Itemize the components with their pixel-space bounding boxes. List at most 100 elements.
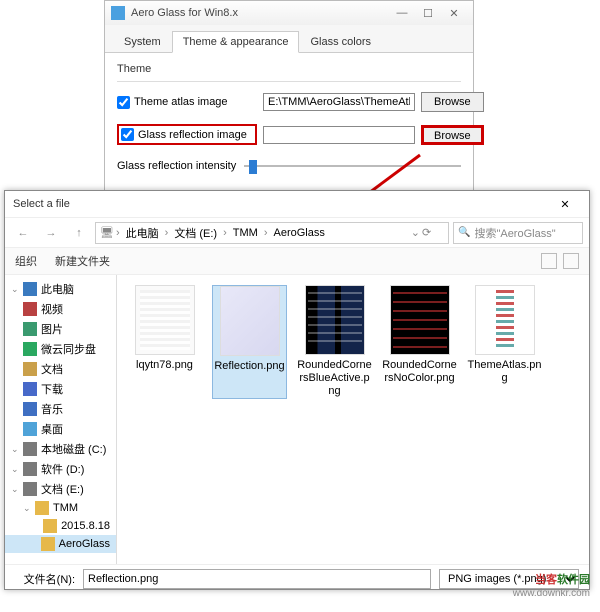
breadcrumb[interactable]: 🖥 › 此电脑 › 文档 (E:) › TMM › AeroGlass ⌄ ⟳ (95, 222, 449, 244)
crumb-0[interactable]: 此电脑 (122, 225, 163, 241)
file-name: lqytn78.png (136, 359, 193, 372)
sidebar-item[interactable]: 桌面 (5, 419, 116, 439)
sidebar-item[interactable]: 音乐 (5, 399, 116, 419)
file-dialog-close-button[interactable]: ✕ (549, 194, 581, 214)
sidebar-item-label: 下载 (41, 381, 63, 397)
titlebar: Aero Glass for Win8.x — ☐ ✕ (105, 1, 473, 25)
folder-icon (23, 422, 37, 436)
file-name: RoundedCornersBlueActive.png (297, 359, 372, 399)
sidebar-item-label: TMM (53, 502, 78, 514)
sidebar-item[interactable]: AeroGlass (5, 535, 116, 553)
filename-input[interactable] (83, 569, 431, 589)
file-dialog: Select a file ✕ ← → ↑ 🖥 › 此电脑 › 文档 (E:) … (4, 190, 590, 590)
chevron-icon: ⌄ (11, 444, 19, 455)
file-thumbnail (220, 286, 280, 356)
sidebar-item-label: AeroGlass (59, 538, 110, 550)
view-options-icon[interactable] (541, 253, 557, 269)
folder-icon (23, 482, 37, 496)
maximize-button[interactable]: ☐ (415, 4, 441, 22)
crumb-3[interactable]: AeroGlass (269, 227, 328, 239)
sidebar-item[interactable]: ⌄ TMM (5, 499, 116, 517)
reflection-browse-button[interactable]: Browse (421, 125, 484, 145)
pc-icon: 🖥 (100, 226, 114, 239)
file-name: Reflection.png (214, 360, 284, 373)
dropdown-icon[interactable]: ⌄ (411, 226, 420, 239)
sidebar-item[interactable]: 下载 (5, 379, 116, 399)
chevron-icon: › (165, 227, 169, 239)
toolbar: 组织 新建文件夹 (5, 247, 589, 275)
new-folder-button[interactable]: 新建文件夹 (55, 253, 110, 269)
close-button[interactable]: ✕ (441, 4, 467, 22)
slider-thumb[interactable] (249, 160, 257, 174)
crumb-1[interactable]: 文档 (E:) (170, 225, 221, 241)
nav-back-button[interactable]: ← (11, 221, 35, 245)
file-list: lqytn78.png Reflection.png RoundedCornersB… (117, 275, 589, 564)
atlas-label[interactable]: Theme atlas image (117, 96, 257, 109)
sidebar-item[interactable]: 文档 (5, 359, 116, 379)
sidebar-item[interactable]: ⌄文档 (E:) (5, 479, 116, 499)
tab-theme[interactable]: Theme & appearance (172, 31, 300, 53)
theme-group-label: Theme (117, 63, 461, 75)
navbar: ← → ↑ 🖥 › 此电脑 › 文档 (E:) › TMM › AeroGlas… (5, 217, 589, 247)
folder-icon (43, 519, 57, 533)
filename-label: 文件名(N): (15, 571, 75, 587)
folder-icon (23, 342, 37, 356)
folder-icon (23, 362, 37, 376)
help-icon[interactable] (563, 253, 579, 269)
window-title: Aero Glass for Win8.x (131, 7, 389, 19)
atlas-row: Theme atlas image Browse (117, 92, 461, 112)
atlas-path-input[interactable] (263, 93, 415, 111)
file-item[interactable]: ThemeAtlas.png (467, 285, 542, 399)
chevron-icon: › (116, 227, 120, 239)
file-item[interactable]: RoundedCornersNoColor.png (382, 285, 457, 399)
intensity-slider[interactable] (244, 157, 461, 175)
sidebar-item[interactable]: 2015.8.18 (5, 517, 116, 535)
refresh-icon[interactable]: ⟳ (422, 226, 444, 239)
sidebar-item-label: 此电脑 (41, 281, 74, 297)
atlas-browse-button[interactable]: Browse (421, 92, 484, 112)
organize-menu[interactable]: 组织 (15, 253, 37, 269)
file-thumbnail (390, 285, 450, 355)
file-thumbnail (135, 285, 195, 355)
folder-icon (23, 322, 37, 336)
file-item[interactable]: RoundedCornersBlueActive.png (297, 285, 372, 399)
folder-icon (35, 501, 49, 515)
reflection-path-input[interactable] (263, 126, 415, 144)
reflection-checkbox[interactable] (121, 128, 134, 141)
chevron-icon: ⌄ (23, 503, 31, 514)
search-input[interactable]: 搜索"AeroGlass" (453, 222, 583, 244)
file-item[interactable]: lqytn78.png (127, 285, 202, 399)
divider (117, 81, 461, 82)
tab-strip: System Theme & appearance Glass colors (105, 25, 473, 53)
intensity-label: Glass reflection intensity (117, 160, 236, 172)
nav-forward-button[interactable]: → (39, 221, 63, 245)
tab-colors[interactable]: Glass colors (299, 31, 382, 52)
sidebar-item-label: 视频 (41, 301, 63, 317)
sidebar-item[interactable]: 视频 (5, 299, 116, 319)
chevron-icon: ⌄ (11, 284, 19, 295)
folder-icon (23, 442, 37, 456)
folder-icon (23, 282, 37, 296)
sidebar-item-label: 图片 (41, 321, 63, 337)
file-item[interactable]: Reflection.png (212, 285, 287, 399)
sidebar-item[interactable]: ⌄ 此电脑 (5, 279, 116, 299)
folder-icon (23, 382, 37, 396)
folder-icon (23, 462, 37, 476)
atlas-checkbox[interactable] (117, 96, 130, 109)
sidebar-item[interactable]: ⌄本地磁盘 (C:) (5, 439, 116, 459)
file-name: RoundedCornersNoColor.png (382, 359, 457, 385)
sidebar-item-label: 2015.8.18 (61, 520, 110, 532)
slider-track (244, 165, 461, 167)
sidebar: ⌄此电脑视频图片微云同步盘文档下载音乐桌面⌄本地磁盘 (C:)⌄软件 (D:)⌄… (5, 275, 117, 564)
tab-system[interactable]: System (113, 31, 172, 52)
minimize-button[interactable]: — (389, 4, 415, 22)
reflection-label[interactable]: Glass reflection image (117, 124, 257, 145)
chevron-icon: ⌄ (11, 464, 19, 475)
nav-up-button[interactable]: ↑ (67, 221, 91, 245)
crumb-2[interactable]: TMM (229, 227, 262, 239)
dialog-body: ⌄此电脑视频图片微云同步盘文档下载音乐桌面⌄本地磁盘 (C:)⌄软件 (D:)⌄… (5, 275, 589, 564)
sidebar-item[interactable]: 微云同步盘 (5, 339, 116, 359)
sidebar-item-label: 软件 (D:) (41, 461, 84, 477)
sidebar-item[interactable]: 图片 (5, 319, 116, 339)
sidebar-item[interactable]: ⌄ 软件 (D:) (5, 459, 116, 479)
